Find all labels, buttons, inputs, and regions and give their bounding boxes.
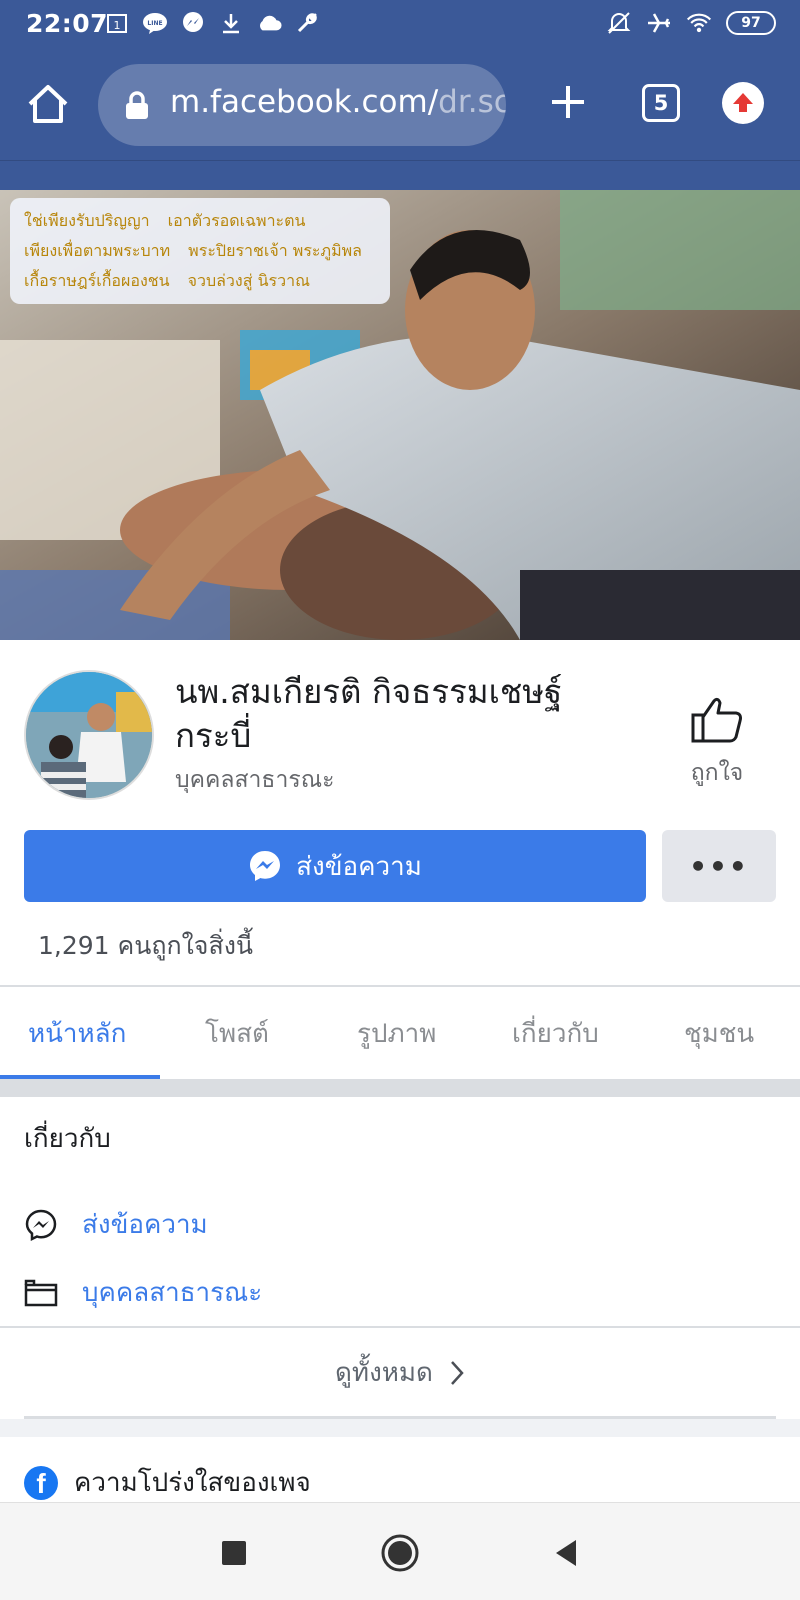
- home-icon: [28, 85, 68, 123]
- send-message-label: ส่งข้อความ: [296, 851, 422, 882]
- airplane-mode-icon: [646, 10, 672, 36]
- poem-line: เพียงเพื่อตามพระบาท พระปิยราชเจ้า พระภูมิ…: [24, 236, 376, 266]
- poem-text: เอาตัวรอดเฉพาะตน: [167, 211, 306, 230]
- profile-picture[interactable]: [24, 670, 154, 800]
- cover-photo[interactable]: ใช่เพียงรับปริญญา เอาตัวรอดเฉพาะตน เพียงเ…: [0, 190, 800, 640]
- like-label: ถูกใจ: [690, 760, 744, 786]
- avatar: [26, 672, 152, 798]
- thumbs-up-icon: [691, 697, 742, 743]
- status-time: 22:07: [26, 9, 109, 38]
- circle-icon: [381, 1534, 419, 1572]
- battery-icon: 97: [726, 11, 776, 35]
- update-button[interactable]: [722, 82, 764, 124]
- messenger-icon: [25, 1209, 57, 1241]
- section-separator: [0, 1079, 800, 1097]
- back-triangle-icon: [556, 1540, 576, 1566]
- wrench-icon: [294, 10, 320, 36]
- cloud-icon: [256, 10, 282, 36]
- line-app-icon: LINE: [142, 10, 168, 36]
- poem-line: ใช่เพียงรับปริญญา เอาตัวรอดเฉพาะตน: [24, 206, 376, 236]
- calendar-icon: 1: [104, 10, 130, 36]
- url-domain: m.facebook.com/: [170, 84, 439, 120]
- like-button[interactable]: ถูกใจ: [672, 695, 762, 791]
- about-divider: [0, 1326, 800, 1328]
- about-heading: เกี่ยวกับ: [24, 1124, 111, 1154]
- svg-text:LINE: LINE: [147, 20, 162, 27]
- tab-home[interactable]: หน้าหลัก: [28, 1013, 126, 1054]
- page-category: บุคคลสาธารณะ: [175, 767, 335, 793]
- square-icon: [222, 1541, 246, 1565]
- send-message-button[interactable]: ส่งข้อความ: [24, 830, 646, 902]
- page-transparency-row[interactable]: f ความโปร่งใสของเพจ: [24, 1462, 311, 1503]
- lock-icon: [126, 91, 148, 119]
- tab-switcher-button[interactable]: 5: [642, 84, 680, 122]
- tab-photos[interactable]: รูปภาพ: [357, 1013, 436, 1054]
- recent-apps-button[interactable]: [212, 1531, 256, 1575]
- url-text: m.facebook.com/dr.sc: [170, 84, 506, 120]
- about-message-link: ส่งข้อความ: [82, 1210, 208, 1240]
- new-tab-button[interactable]: [546, 80, 590, 124]
- download-icon: [218, 10, 244, 36]
- cover-poem: ใช่เพียงรับปริญญา เอาตัวรอดเฉพาะตน เพียงเ…: [10, 198, 390, 304]
- poem-text: เกื้อราษฎร์เกื้อผองชน: [24, 271, 170, 290]
- address-bar[interactable]: m.facebook.com/dr.sc: [98, 64, 506, 146]
- plus-icon: [552, 86, 584, 118]
- arrow-up-icon: [733, 93, 753, 112]
- more-options-button[interactable]: •••: [662, 830, 776, 902]
- poem-text: ใช่เพียงรับปริญญา: [24, 211, 150, 230]
- messenger-icon: [180, 10, 206, 36]
- tab-about[interactable]: เกี่ยวกับ: [512, 1013, 599, 1054]
- svg-text:1: 1: [114, 19, 121, 32]
- about-message-row[interactable]: ส่งข้อความ: [24, 1204, 208, 1245]
- browser-divider: [0, 160, 800, 190]
- section-separator: [0, 1419, 800, 1437]
- notification-icons: 1 LINE: [104, 10, 320, 36]
- page-title: นพ.สมเกียรติ กิจธรรมเชษฐ์ กระบี่: [175, 672, 563, 755]
- home-nav-button[interactable]: [378, 1531, 422, 1575]
- wifi-icon: [686, 10, 712, 36]
- poem-text: พระปิยราชเจ้า พระภูมิพล: [188, 241, 362, 260]
- back-button[interactable]: [544, 1531, 588, 1575]
- messenger-icon: [250, 851, 281, 881]
- chevron-right-icon: [451, 1360, 464, 1385]
- poem-text: จวบล่วงสู่ นิรวาณ: [187, 271, 310, 290]
- poem-text: เพียงเพื่อตามพระบาท: [24, 241, 171, 260]
- poem-line: เกื้อราษฎร์เกื้อผองชน จวบล่วงสู่ นิรวาณ: [24, 266, 376, 296]
- status-bar: 22:07 1 LINE 97: [0, 0, 800, 50]
- page-transparency-label: ความโปร่งใสของเพจ: [74, 1468, 311, 1498]
- mute-icon: [606, 10, 632, 36]
- about-category-row[interactable]: บุคคลสาธารณะ: [24, 1272, 262, 1313]
- home-button[interactable]: [24, 80, 72, 128]
- browser-toolbar: m.facebook.com/dr.sc 5: [0, 50, 800, 160]
- tab-community[interactable]: ชุมชน: [684, 1013, 754, 1054]
- about-category-link: บุคคลสาธารณะ: [82, 1278, 263, 1308]
- facebook-icon: f: [24, 1465, 58, 1500]
- category-icon: [24, 1279, 58, 1306]
- page-tabs: หน้าหลัก โพสต์ รูปภาพ เกี่ยวกับ ชุมชน: [0, 985, 800, 1079]
- system-navigation-bar: [0, 1502, 800, 1600]
- tab-posts[interactable]: โพสต์: [205, 1013, 269, 1054]
- system-icons: 97: [606, 10, 776, 36]
- likes-count: 1,291 คนถูกใจสิ่งนี้: [38, 931, 254, 960]
- see-all-button[interactable]: ดูทั้งหมด: [0, 1352, 800, 1393]
- see-all-label: ดูทั้งหมด: [335, 1358, 433, 1388]
- url-path: dr.sc: [438, 84, 506, 120]
